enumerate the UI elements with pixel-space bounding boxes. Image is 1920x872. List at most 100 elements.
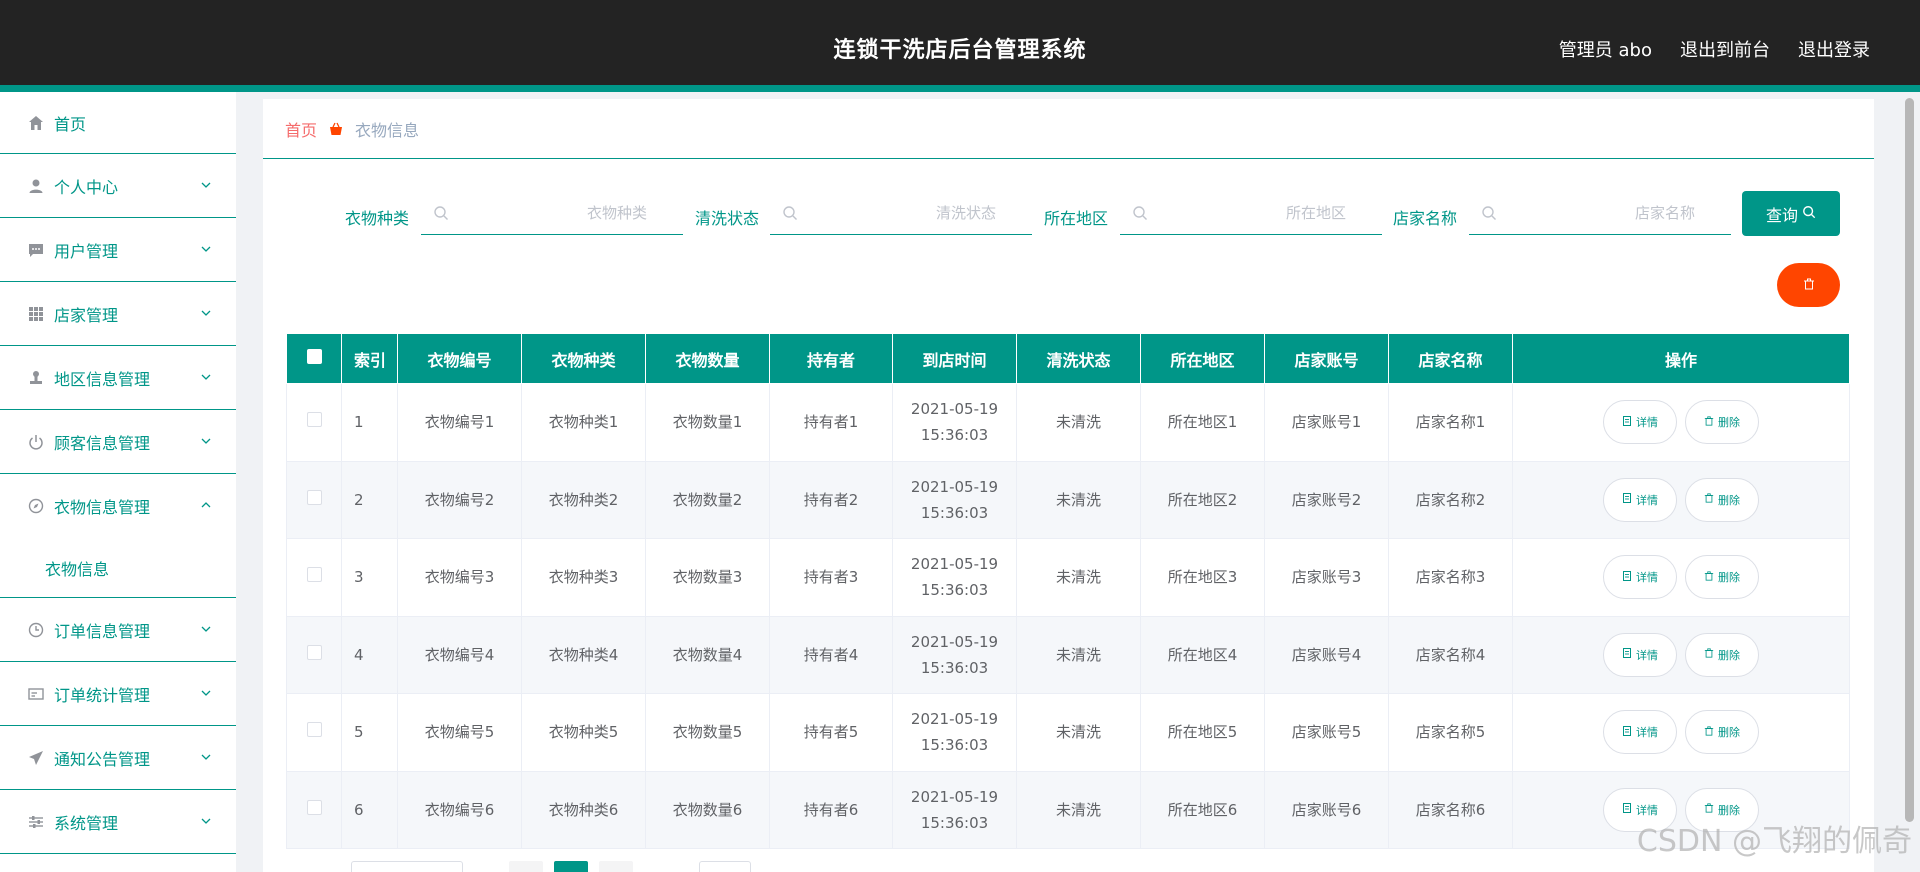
- column-header: 持有者: [769, 333, 893, 384]
- sidebar-item-orders[interactable]: 订单信息管理: [0, 598, 236, 662]
- prev-page-button[interactable]: [509, 861, 543, 872]
- logout-link[interactable]: 退出登录: [1798, 36, 1870, 62]
- delete-button[interactable]: 删除: [1685, 632, 1759, 677]
- send-icon: [28, 750, 44, 766]
- sidebar-item-label: 订单统计管理: [54, 685, 151, 705]
- table-cell: 未清洗: [1016, 538, 1141, 617]
- sidebar-item-clothes[interactable]: 衣物信息管理: [0, 474, 236, 538]
- table-row: 4 衣物编号4 衣物种类4 衣物数量4 持有者4 2021-05-19 15:36:03 未…: [286, 615, 1850, 694]
- table-cell: 2021-05-19 15:36:03: [892, 615, 1017, 694]
- table-cell: 2021-05-19 15:36:03: [892, 770, 1017, 849]
- page-jump-input[interactable]: [699, 861, 751, 872]
- sidebar-item-customers[interactable]: 顾客信息管理: [0, 410, 236, 474]
- next-page-button[interactable]: [599, 861, 633, 872]
- delete-button-label: 删除: [1718, 493, 1740, 507]
- watermark: CSDN @飞翔的佩奇: [1636, 824, 1912, 859]
- delete-button[interactable]: 删除: [1685, 710, 1759, 755]
- table-cell: 持有者2: [769, 460, 893, 539]
- detail-button[interactable]: 详情: [1603, 477, 1677, 522]
- vertical-scrollbar[interactable]: [1905, 98, 1914, 822]
- query-button[interactable]: 查询: [1742, 191, 1840, 236]
- detail-button-label: 详情: [1636, 726, 1658, 740]
- table-cell: 未清洗: [1016, 615, 1141, 694]
- page-1-button[interactable]: [554, 861, 588, 872]
- region-field: [1120, 191, 1382, 235]
- column-header: 到店时间: [892, 333, 1017, 384]
- row-select-cell: [286, 383, 342, 462]
- sidebar-item-shops[interactable]: 店家管理: [0, 282, 236, 346]
- basket-icon: [329, 122, 343, 136]
- table-cell: 衣物种类3: [521, 538, 646, 617]
- row-select-cell: [286, 615, 342, 694]
- sidebar-subitem-clothes-info[interactable]: 衣物信息: [0, 538, 236, 598]
- admin-user-label[interactable]: 管理员 abo: [1559, 36, 1652, 62]
- detail-button[interactable]: 详情: [1603, 632, 1677, 677]
- sidebar-item-users[interactable]: 用户管理: [0, 218, 236, 282]
- document-icon: [1622, 415, 1632, 429]
- row-checkbox[interactable]: [306, 644, 322, 660]
- chat-icon: [28, 242, 44, 258]
- column-header: 衣物数量: [645, 333, 770, 384]
- detail-button-label: 详情: [1636, 416, 1658, 430]
- top-header: 连锁干洗店后台管理系统 管理员 abo 退出到前台 退出登录: [0, 0, 1920, 92]
- table-cell: 衣物数量4: [645, 615, 770, 694]
- row-select-cell: [286, 693, 342, 772]
- detail-button[interactable]: 详情: [1603, 555, 1677, 600]
- table-cell: 衣物种类4: [521, 615, 646, 694]
- clothes-type-field: [421, 191, 683, 235]
- document-icon: [1622, 493, 1632, 506]
- row-checkbox[interactable]: [306, 412, 322, 428]
- table-cell: 衣物编号2: [397, 460, 522, 539]
- table-cell: 所在地区4: [1140, 615, 1265, 694]
- column-header: 衣物编号: [397, 333, 522, 384]
- region-input[interactable]: [1160, 199, 1350, 227]
- select-all-checkbox[interactable]: [306, 349, 322, 364]
- shop-name-input[interactable]: [1509, 199, 1699, 227]
- sidebar: 首页 个人中心 用户管理 店家管理 地区信息管理 顾客信息管理 衣物信息管理 衣…: [0, 92, 236, 872]
- table-cell: 2021-05-19 15:36:03: [892, 693, 1017, 772]
- table-cell: 店家账号4: [1264, 615, 1389, 694]
- table-cell: 衣物数量3: [645, 538, 770, 617]
- batch-delete-button[interactable]: [1777, 263, 1840, 307]
- table-cell: 所在地区3: [1140, 538, 1265, 617]
- wash-status-input[interactable]: [810, 199, 1000, 227]
- detail-button[interactable]: 详情: [1603, 710, 1677, 755]
- trash-icon: [1803, 278, 1815, 293]
- sidebar-item-order-stats[interactable]: 订单统计管理: [0, 662, 236, 726]
- sidebar-item-label: 店家管理: [54, 305, 119, 325]
- detail-button[interactable]: 详情: [1603, 400, 1677, 445]
- table-cell: 衣物种类5: [521, 693, 646, 772]
- actions-cell: 详情 删除: [1512, 460, 1850, 539]
- column-header: 所在地区: [1140, 333, 1265, 384]
- delete-button[interactable]: 删除: [1685, 555, 1759, 600]
- table-cell: 店家名称4: [1388, 615, 1513, 694]
- clothes-type-input[interactable]: [461, 199, 651, 227]
- delete-button[interactable]: 删除: [1685, 400, 1759, 445]
- row-checkbox[interactable]: [306, 722, 322, 738]
- wash-status-field: [770, 191, 1032, 235]
- breadcrumb: 首页 衣物信息: [263, 99, 1874, 159]
- delete-button[interactable]: 删除: [1685, 477, 1759, 522]
- table-cell: 2: [341, 460, 398, 539]
- breadcrumb-current: 衣物信息: [355, 120, 420, 140]
- breadcrumb-home-link[interactable]: 首页: [285, 117, 317, 141]
- table-cell: 3: [341, 538, 398, 617]
- delete-button-label: 删除: [1718, 571, 1740, 585]
- row-checkbox[interactable]: [306, 489, 322, 505]
- sidebar-item-notices[interactable]: 通知公告管理: [0, 726, 236, 790]
- sidebar-item-regions[interactable]: 地区信息管理: [0, 346, 236, 410]
- chevron-up-icon: [200, 496, 212, 515]
- row-checkbox[interactable]: [306, 799, 322, 815]
- back-to-front-link[interactable]: 退出到前台: [1680, 36, 1770, 62]
- table-cell: 衣物种类1: [521, 383, 646, 462]
- row-select-cell: [286, 460, 342, 539]
- chevron-down-icon: [200, 748, 212, 767]
- sidebar-item-system[interactable]: 系统管理: [0, 790, 236, 854]
- sidebar-item-home[interactable]: 首页: [0, 92, 236, 154]
- chevron-down-icon: [200, 812, 212, 831]
- row-checkbox[interactable]: [306, 567, 322, 583]
- page-size-select[interactable]: [351, 861, 463, 872]
- table-header-row: 索引 衣物编号 衣物种类 衣物数量 持有者 到店时间 清洗状态 所在地区 店家账…: [286, 333, 1850, 384]
- table-cell: 衣物编号6: [397, 770, 522, 849]
- sidebar-item-profile[interactable]: 个人中心: [0, 154, 236, 218]
